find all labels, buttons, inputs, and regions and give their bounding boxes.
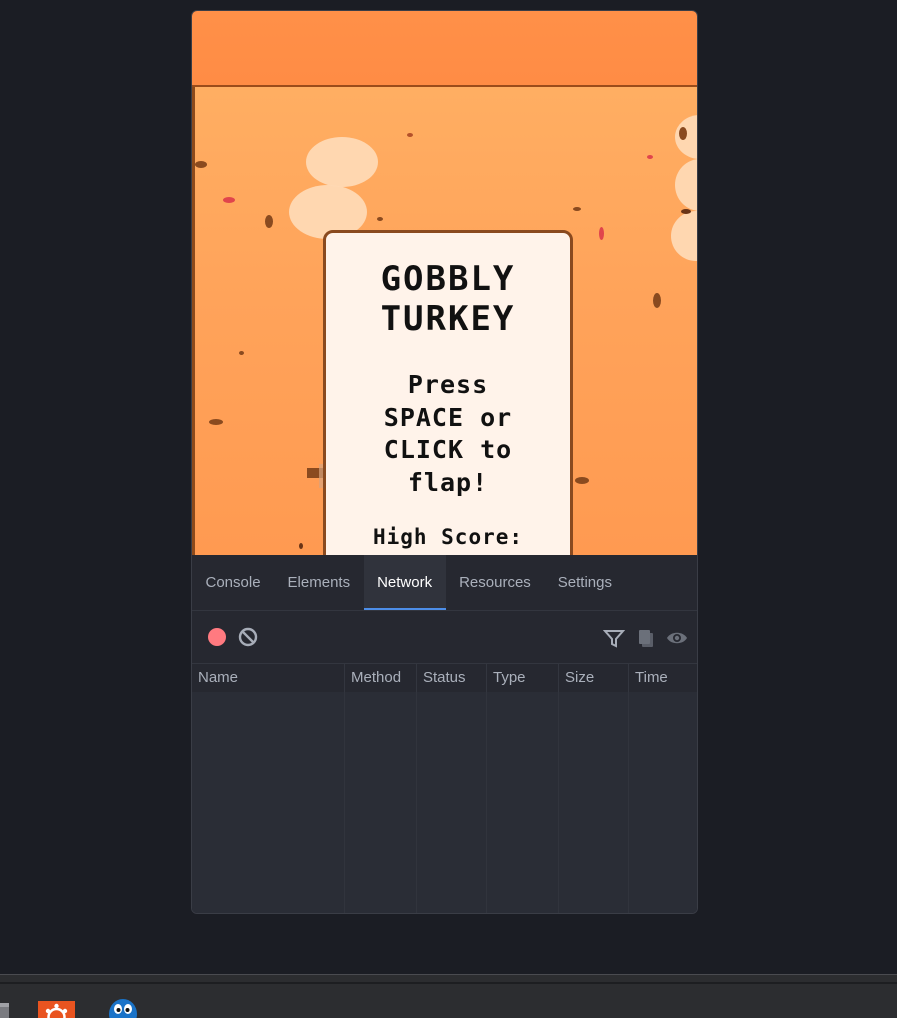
copy-icon[interactable]: [635, 627, 657, 649]
instruction-line: SPACE or: [383, 402, 513, 432]
column-size[interactable]: Size: [559, 664, 629, 692]
column-body: [629, 692, 697, 913]
leaf: [239, 351, 244, 355]
game-title: GOBBLY TURKEY: [326, 259, 570, 339]
column-name[interactable]: Name: [192, 664, 345, 692]
column-body: [192, 692, 345, 913]
high-score-label: High Score:: [372, 525, 524, 549]
cloud: [671, 211, 697, 261]
column-body: [487, 692, 559, 913]
column-method[interactable]: Method: [345, 664, 417, 692]
taskbar-divider: [0, 982, 897, 984]
devtools-tabs: Console Elements Network Resources Setti…: [192, 555, 697, 611]
column-body: [559, 692, 629, 913]
game-title-line2: TURKEY: [380, 299, 516, 339]
cloud: [306, 137, 378, 187]
tab-resources[interactable]: Resources: [446, 555, 545, 610]
game-canvas[interactable]: GOBBLY TURKEY Press SPACE or CLICK to fl…: [192, 87, 697, 555]
penguin-icon[interactable]: [108, 999, 138, 1018]
cloud: [675, 159, 697, 211]
app-window: GOBBLY TURKEY Press SPACE or CLICK to fl…: [191, 10, 698, 914]
leaf: [299, 543, 303, 549]
instruction-line: flap!: [407, 467, 489, 497]
tab-network[interactable]: Network: [363, 555, 446, 610]
instruction-line: CLICK to: [383, 435, 513, 464]
column-type[interactable]: Type: [487, 664, 559, 692]
leaf: [223, 197, 235, 203]
network-toolbar: [192, 611, 697, 664]
column-status[interactable]: Status: [417, 664, 487, 692]
clear-icon[interactable]: [238, 627, 258, 647]
eye-icon[interactable]: [666, 627, 688, 649]
column-body: [345, 692, 417, 913]
network-table-body: [192, 692, 697, 913]
leaf: [573, 207, 581, 211]
leaf: [209, 419, 223, 425]
leaf: [681, 209, 691, 214]
leaf: [377, 217, 383, 221]
column-body: [417, 692, 487, 913]
leaf: [679, 127, 687, 140]
leaf: [647, 155, 653, 159]
tab-elements[interactable]: Elements: [274, 555, 364, 610]
leaf: [195, 161, 207, 168]
devtools-panel: Console Elements Network Resources Setti…: [192, 555, 697, 913]
taskbar: [0, 974, 897, 1018]
game-title-line1: GOBBLY: [380, 259, 516, 299]
window-icon[interactable]: [0, 1003, 10, 1018]
leaf: [407, 133, 413, 137]
leaf: [599, 227, 604, 240]
column-time[interactable]: Time: [629, 664, 697, 692]
instruction-line: Press: [407, 370, 489, 399]
tab-settings[interactable]: Settings: [544, 555, 625, 610]
game-top-bar: [192, 11, 697, 87]
game-instructions: Press SPACE or CLICK to flap!: [326, 369, 570, 499]
filter-icon[interactable]: [603, 627, 625, 649]
leaf: [653, 293, 661, 308]
leaf: [265, 215, 273, 228]
network-table-header: Name Method Status Type Size Time: [192, 664, 697, 692]
leaf: [575, 477, 589, 484]
tab-console[interactable]: Console: [192, 555, 274, 610]
ubuntu-icon[interactable]: [38, 1001, 75, 1018]
record-icon[interactable]: [208, 628, 226, 646]
start-panel[interactable]: GOBBLY TURKEY Press SPACE or CLICK to fl…: [323, 230, 573, 555]
